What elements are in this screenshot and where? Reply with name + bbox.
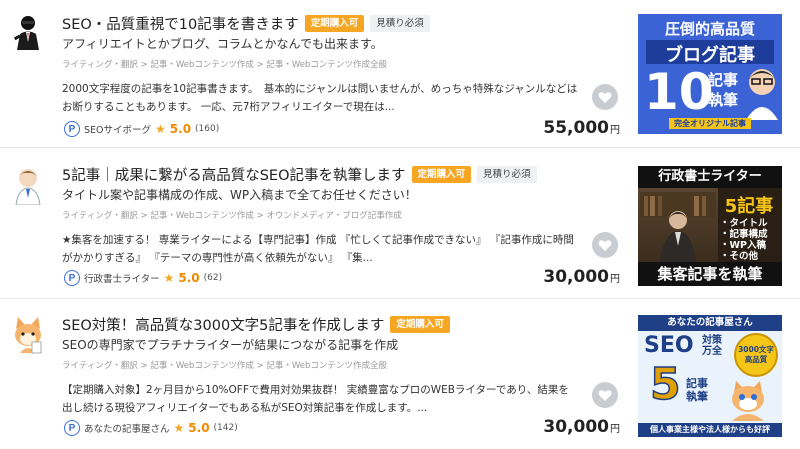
seller-name[interactable]: あなたの記事屋さん (84, 421, 170, 435)
avatar[interactable] (8, 165, 48, 206)
thumbnail-text: ・その他 (720, 251, 759, 262)
thumbnail-text: 記事 (686, 377, 708, 390)
price-value: 55,000 (543, 118, 609, 138)
description-line: お断りすることもあります。 一応、元7桁アフィリエイターで現在は... (62, 101, 395, 113)
avatar[interactable] (8, 12, 48, 52)
price: 30,000円 (543, 267, 620, 287)
thumbnail-list: ・タイトル ・記事構成 ・WP入稿 ・その他 (720, 218, 768, 262)
service-listing[interactable]: SEO・品質重視で10記事を書きます 定期購入可 見積り必須 アフィリエイトとか… (0, 0, 800, 148)
thumbnail-text: 記事 執筆 (708, 70, 738, 110)
breadcrumb: ライティング・翻訳 > 記事・Webコンテンツ作成 > 記事・Webコンテンツ作… (62, 361, 387, 371)
service-subtitle: SEOの専門家でプラチナライターが結果につながる記事を作成 (62, 338, 399, 352)
subscription-badge: 定期購入可 (411, 165, 472, 183)
description-line: 【定期購入対象】2ヶ月目から10%OFFで費用対効果抜群！ 実績豊富なプロのWE… (62, 384, 569, 396)
star-icon: ★ (163, 271, 175, 285)
service-description: ★集客を加速する！ 専業ライターによる【専門記事】作成 『忙しくて記事作成できな… (62, 231, 587, 267)
breadcrumb: ライティング・翻訳 > 記事・Webコンテンツ作成 > 記事・Webコンテンツ作… (62, 60, 387, 70)
seller-info: P あなたの記事屋さん ★ 5.0 (142) (64, 420, 238, 436)
thumbnail-text: 対策 万全 (702, 335, 722, 357)
rating-value: 5.0 (169, 122, 192, 136)
avatar[interactable] (8, 315, 48, 355)
favorite-button[interactable] (592, 232, 618, 258)
service-title[interactable]: SEO対策！高品質な3000文字5記事を作成します (62, 314, 384, 335)
description-line: ★集客を加速する！ 専業ライターによる【専門記事】作成 『忙しくて記事作成できな… (62, 234, 574, 246)
heart-icon (598, 389, 612, 401)
service-thumbnail[interactable]: 行政書士ライター 5記事 ・タイトル ・記事構成 ・WP入稿 ・その他 集客記事… (638, 166, 782, 286)
service-title[interactable]: 5記事｜成果に繋がる高品質なSEO記事を執筆します (62, 164, 406, 185)
thumbnail-text: 完全オリジナル記事 (669, 118, 751, 129)
review-count: (160) (195, 124, 220, 134)
description-line: 2000文字程度の記事を10記事書きます。 基本的にジャンルは問いませんが、めっ… (62, 83, 578, 95)
description-line: がかかりすぎる』 『テーマの専門性が高く依頼先がない』 『集... (62, 252, 373, 264)
seller-rank-icon: P (64, 420, 80, 436)
cat-illustration (732, 381, 764, 421)
service-subtitle: アフィリエイトとかブログ、コラムとかなんでも出来ます。 (62, 37, 383, 51)
service-description: 【定期購入対象】2ヶ月目から10%OFFで費用対効果抜群！ 実績豊富なプロのWE… (62, 381, 587, 417)
breadcrumb: ライティング・翻訳 > 記事・Webコンテンツ作成 > オウンドメディア・ブログ… (62, 211, 402, 221)
thumbnail-text: あなたの記事屋さん (638, 315, 782, 331)
seller-name[interactable]: 行政書士ライター (84, 271, 160, 285)
thumbnail-text: 5 (649, 359, 681, 410)
currency-unit: 円 (610, 424, 620, 435)
thumbnail-footer: 完全オリジナル記事 (638, 111, 782, 130)
service-description: 2000文字程度の記事を10記事書きます。 基本的にジャンルは問いませんが、めっ… (62, 80, 587, 116)
thumbnail-text: 記事 (708, 71, 739, 89)
thumbnail-text: 執筆 (708, 91, 739, 109)
price: 55,000円 (543, 118, 620, 138)
service-thumbnail[interactable]: 圧倒的高品質 ブログ記事 10 記事 執筆 完全オリジナル記事 (638, 14, 782, 134)
favorite-button[interactable] (592, 382, 618, 408)
service-subtitle: タイトル案や記事構成の作成、WP入稿まで全てお任せください！ (62, 188, 417, 202)
thumbnail-text: 対策 (702, 335, 722, 346)
service-title[interactable]: SEO・品質重視で10記事を書きます (62, 13, 299, 34)
quality-seal: 3000文字 高品質 (734, 333, 778, 377)
seller-rank-icon: P (64, 121, 80, 137)
subscription-badge: 定期購入可 (304, 14, 365, 32)
thumbnail-text: 圧倒的高品質 (664, 20, 755, 38)
service-thumbnail[interactable]: あなたの記事屋さん SEO 対策 万全 3000文字 高品質 5 記事 執筆 個… (638, 315, 782, 437)
seller-rank-icon: P (64, 270, 80, 286)
review-count: (62) (203, 273, 223, 283)
rating-value: 5.0 (178, 271, 200, 285)
heart-icon (598, 91, 612, 103)
thumbnail-text: 行政書士ライター (638, 166, 782, 188)
seller-info: P 行政書士ライター ★ 5.0 (62) (64, 270, 222, 286)
service-listing[interactable]: 5記事｜成果に繋がる高品質なSEO記事を執筆します 定期購入可 見積り必須 タイ… (0, 151, 800, 299)
description-line: 出し続ける現役アフィリエイターでもある私がSEO対策記事を作成します。... (62, 402, 428, 414)
thumbnail-text: SEO (644, 333, 694, 358)
service-listing[interactable]: SEO対策！高品質な3000文字5記事を作成します 定期購入可 SEOの専門家で… (0, 301, 800, 449)
currency-unit: 円 (610, 125, 620, 136)
thumbnail-text: ・記事構成 (720, 229, 768, 240)
star-icon: ★ (173, 421, 185, 435)
thumbnail-text: 個人事業主様や法人様からも好評 (638, 423, 782, 437)
thumbnail-text: 記事 執筆 (686, 377, 708, 403)
currency-unit: 円 (610, 274, 620, 285)
seller-name[interactable]: SEOサイボーグ (84, 122, 151, 136)
price: 30,000円 (543, 417, 620, 437)
rating-value: 5.0 (188, 421, 210, 435)
estimate-required-badge: 見積り必須 (477, 165, 537, 183)
subscription-badge: 定期購入可 (390, 315, 450, 333)
thumbnail-text: 集客記事を執筆 (638, 262, 782, 286)
price-value: 30,000 (543, 417, 609, 437)
thumbnail-text: 執筆 (686, 390, 708, 403)
thumbnail-text: 5記事 (724, 196, 774, 217)
estimate-required-badge: 見積り必須 (370, 14, 430, 32)
review-count: (142) (213, 423, 238, 433)
favorite-button[interactable] (592, 84, 618, 110)
star-icon: ★ (155, 122, 166, 136)
thumbnail-text: ・タイトル (720, 218, 768, 229)
price-value: 30,000 (543, 267, 609, 287)
heart-icon (598, 239, 612, 251)
seller-info: P SEOサイボーグ ★ 5.0 (160) (64, 121, 219, 137)
thumbnail-text: ・WP入稿 (720, 240, 766, 251)
writer-photo (638, 188, 718, 262)
thumbnail-text: 万全 (702, 346, 722, 357)
